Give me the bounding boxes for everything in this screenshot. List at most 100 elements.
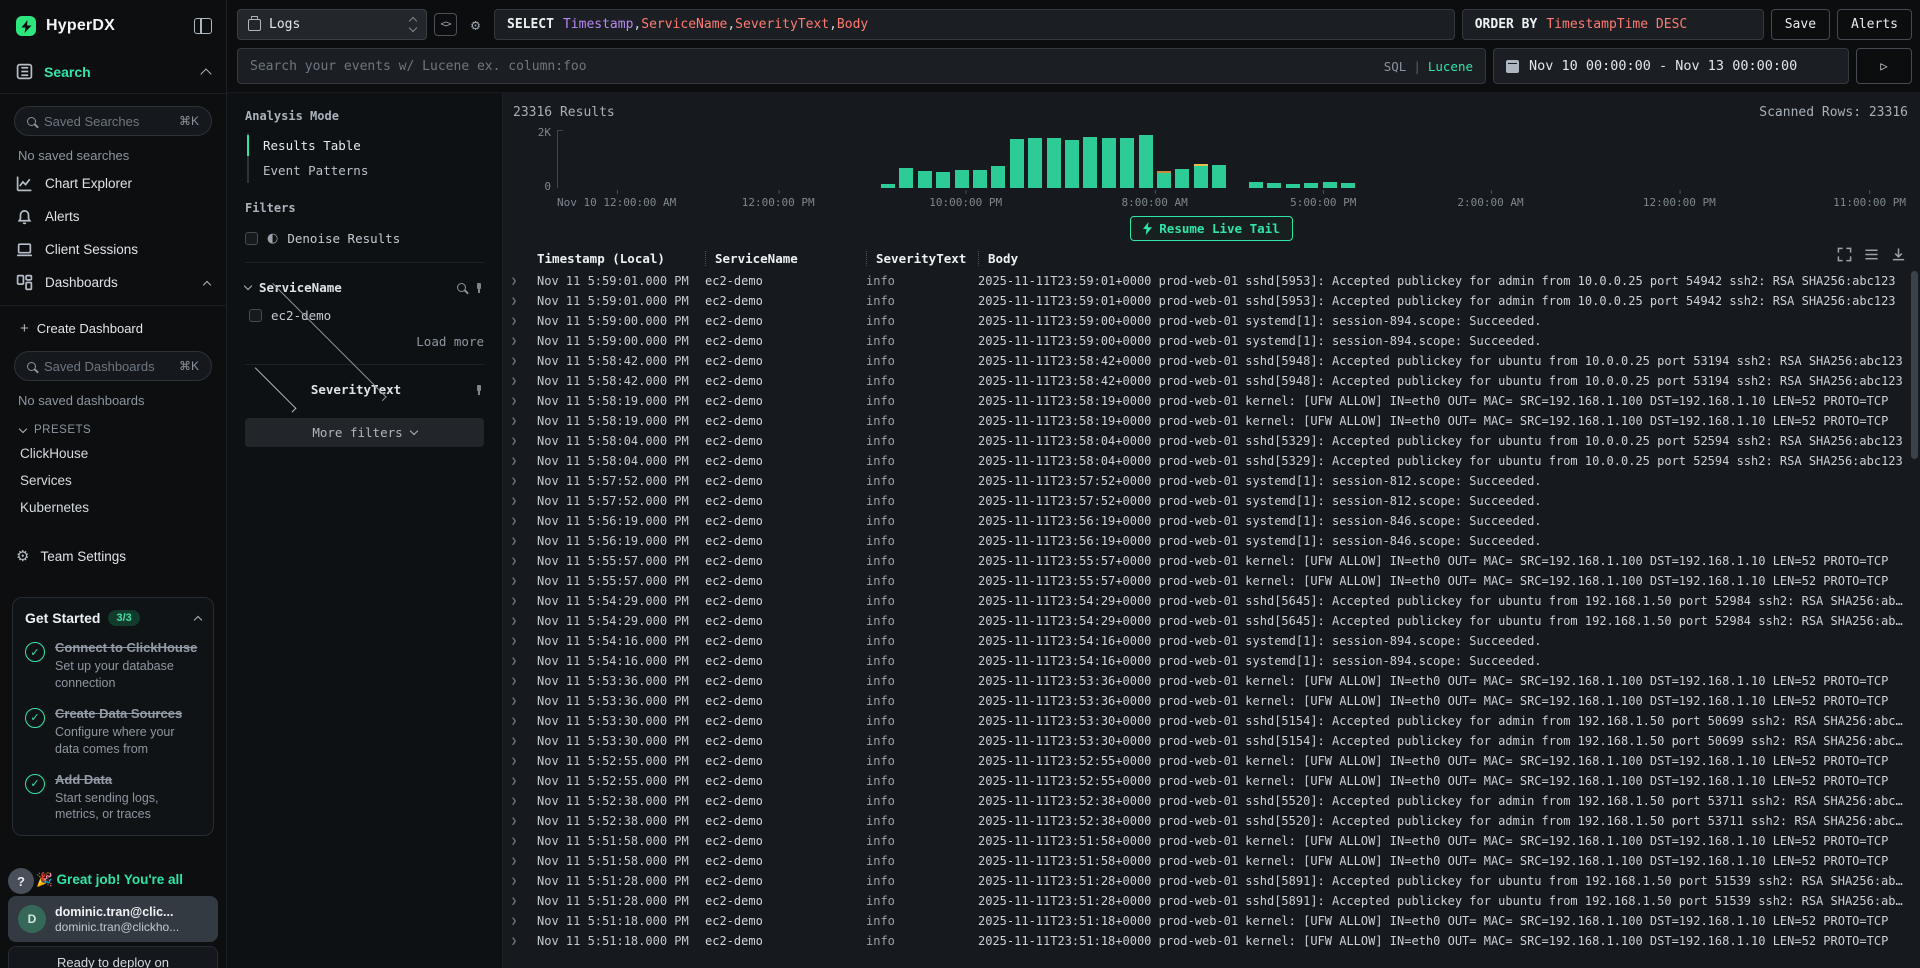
table-row[interactable]: ❯Nov 11 5:55:57.000 PMec2-demoinfo2025-1… [503,551,1920,571]
row-expand-chevron-icon[interactable]: ❯ [511,456,537,467]
row-expand-chevron-icon[interactable]: ❯ [511,876,537,887]
row-expand-chevron-icon[interactable]: ❯ [511,696,537,707]
preset-dashboard-link[interactable]: ClickHouse [0,440,226,467]
table-row[interactable]: ❯Nov 11 5:56:19.000 PMec2-demoinfo2025-1… [503,511,1920,531]
table-row[interactable]: ❯Nov 11 5:54:29.000 PMec2-demoinfo2025-1… [503,591,1920,611]
row-expand-chevron-icon[interactable]: ❯ [511,276,537,287]
help-button[interactable]: ? [8,868,34,894]
row-expand-chevron-icon[interactable]: ❯ [511,856,537,867]
service-option-ec2-demo[interactable]: ec2-demo [245,302,484,329]
table-row[interactable]: ❯Nov 11 5:51:58.000 PMec2-demoinfo2025-1… [503,831,1920,851]
table-row[interactable]: ❯Nov 11 5:53:36.000 PMec2-demoinfo2025-1… [503,671,1920,691]
row-expand-chevron-icon[interactable]: ❯ [511,636,537,647]
table-row[interactable]: ❯Nov 11 5:58:04.000 PMec2-demoinfo2025-1… [503,451,1920,471]
code-toggle-icon[interactable]: <> [434,13,457,36]
sidebar-item-chart-explorer[interactable]: Chart Explorer [0,167,226,200]
table-row[interactable]: ❯Nov 11 5:54:29.000 PMec2-demoinfo2025-1… [503,611,1920,631]
row-expand-chevron-icon[interactable]: ❯ [511,396,537,407]
run-query-button[interactable]: ▷ [1856,48,1912,84]
order-by-input[interactable]: ORDER BY TimestampTime DESC [1462,9,1764,40]
expand-icon[interactable] [1837,247,1852,262]
row-expand-chevron-icon[interactable]: ❯ [511,776,537,787]
analysis-mode-results-table[interactable]: Results Table [249,133,484,158]
get-started-item[interactable]: ✓Connect to ClickHouseSet up your databa… [25,640,201,692]
row-expand-chevron-icon[interactable]: ❯ [511,616,537,627]
col-severitytext[interactable]: SeverityText [866,251,978,266]
row-expand-chevron-icon[interactable]: ❯ [511,496,537,507]
table-row[interactable]: ❯Nov 11 5:51:28.000 PMec2-demoinfo2025-1… [503,891,1920,911]
vertical-scrollbar[interactable] [1911,271,1918,459]
more-filters-button[interactable]: More filters [245,418,484,447]
table-row[interactable]: ❯Nov 11 5:52:55.000 PMec2-demoinfo2025-1… [503,751,1920,771]
get-started-header[interactable]: Get Started 3/3 [25,610,201,626]
sql-toggle[interactable]: SQL [1384,59,1407,74]
row-expand-chevron-icon[interactable]: ❯ [511,556,537,567]
analysis-mode-event-patterns[interactable]: Event Patterns [249,158,484,183]
nav-search[interactable]: Search [0,50,226,94]
preset-dashboard-link[interactable]: Services [0,467,226,494]
pin-icon[interactable] [474,385,484,395]
table-row[interactable]: ❯Nov 11 5:58:42.000 PMec2-demoinfo2025-1… [503,351,1920,371]
table-row[interactable]: ❯Nov 11 5:52:38.000 PMec2-demoinfo2025-1… [503,811,1920,831]
saved-dashboards-input[interactable]: Saved Dashboards ⌘K [14,351,212,381]
table-row[interactable]: ❯Nov 11 5:56:19.000 PMec2-demoinfo2025-1… [503,531,1920,551]
checkbox-icon[interactable] [245,232,258,245]
row-expand-chevron-icon[interactable]: ❯ [511,476,537,487]
get-started-item[interactable]: ✓Add DataStart sending logs, metrics, or… [25,772,201,824]
event-search-field[interactable]: SQL | Lucene [237,48,1486,84]
table-row[interactable]: ❯Nov 11 5:58:42.000 PMec2-demoinfo2025-1… [503,371,1920,391]
row-expand-chevron-icon[interactable]: ❯ [511,536,537,547]
table-row[interactable]: ❯Nov 11 5:53:30.000 PMec2-demoinfo2025-1… [503,731,1920,751]
source-settings-gear-icon[interactable]: ⚙ [464,13,487,36]
row-expand-chevron-icon[interactable]: ❯ [511,896,537,907]
row-expand-chevron-icon[interactable]: ❯ [511,376,537,387]
user-menu[interactable]: D dominic.tran@clic... dominic.tran@clic… [8,896,218,942]
sidebar-item-alerts[interactable]: Alerts [0,200,226,233]
chevron-up-icon[interactable] [200,68,211,79]
row-density-icon[interactable] [1864,247,1879,262]
table-row[interactable]: ❯Nov 11 5:55:57.000 PMec2-demoinfo2025-1… [503,571,1920,591]
row-expand-chevron-icon[interactable]: ❯ [511,676,537,687]
lucene-toggle[interactable]: Lucene [1428,59,1473,74]
row-expand-chevron-icon[interactable]: ❯ [511,936,537,947]
row-expand-chevron-icon[interactable]: ❯ [511,756,537,767]
row-expand-chevron-icon[interactable]: ❯ [511,796,537,807]
table-row[interactable]: ❯Nov 11 5:54:16.000 PMec2-demoinfo2025-1… [503,631,1920,651]
col-body[interactable]: Body [978,251,1920,266]
sidebar-collapse-icon[interactable] [194,18,212,34]
col-servicename[interactable]: ServiceName [705,251,866,266]
row-expand-chevron-icon[interactable]: ❯ [511,716,537,727]
table-row[interactable]: ❯Nov 11 5:57:52.000 PMec2-demoinfo2025-1… [503,491,1920,511]
row-expand-chevron-icon[interactable]: ❯ [511,336,537,347]
sidebar-item-dashboards[interactable]: Dashboards [0,266,226,299]
get-started-item[interactable]: ✓Create Data SourcesConfigure where your… [25,706,201,758]
sidebar-item-client-sessions[interactable]: Client Sessions [0,233,226,266]
table-row[interactable]: ❯Nov 11 5:51:58.000 PMec2-demoinfo2025-1… [503,851,1920,871]
table-row[interactable]: ❯Nov 11 5:59:01.000 PMec2-demoinfo2025-1… [503,271,1920,291]
select-query-input[interactable]: SELECT Timestamp , ServiceName , Severit… [494,9,1455,40]
alerts-button[interactable]: Alerts [1837,9,1912,40]
table-row[interactable]: ❯Nov 11 5:59:01.000 PMec2-demoinfo2025-1… [503,291,1920,311]
date-range-picker[interactable]: Nov 10 00:00:00 - Nov 13 00:00:00 [1493,48,1849,84]
table-row[interactable]: ❯Nov 11 5:51:18.000 PMec2-demoinfo2025-1… [503,931,1920,951]
table-row[interactable]: ❯Nov 11 5:51:18.000 PMec2-demoinfo2025-1… [503,911,1920,931]
row-expand-chevron-icon[interactable]: ❯ [511,356,537,367]
col-timestamp[interactable]: Timestamp (Local) [537,251,705,266]
row-expand-chevron-icon[interactable]: ❯ [511,916,537,927]
event-search-input[interactable] [250,59,1384,74]
chevron-up-icon[interactable] [203,280,211,288]
checkbox-icon[interactable] [249,309,262,322]
histogram-plot[interactable] [557,130,1906,188]
row-expand-chevron-icon[interactable]: ❯ [511,416,537,427]
table-row[interactable]: ❯Nov 11 5:58:19.000 PMec2-demoinfo2025-1… [503,411,1920,431]
save-button[interactable]: Save [1771,9,1830,40]
presets-toggle[interactable]: PRESETS [0,412,226,440]
row-expand-chevron-icon[interactable]: ❯ [511,316,537,327]
row-expand-chevron-icon[interactable]: ❯ [511,516,537,527]
table-row[interactable]: ❯Nov 11 5:54:16.000 PMec2-demoinfo2025-1… [503,651,1920,671]
row-expand-chevron-icon[interactable]: ❯ [511,296,537,307]
create-dashboard-button[interactable]: + Create Dashboard [0,306,226,339]
saved-searches-input[interactable]: Saved Searches ⌘K [14,106,212,136]
table-row[interactable]: ❯Nov 11 5:58:19.000 PMec2-demoinfo2025-1… [503,391,1920,411]
row-expand-chevron-icon[interactable]: ❯ [511,816,537,827]
